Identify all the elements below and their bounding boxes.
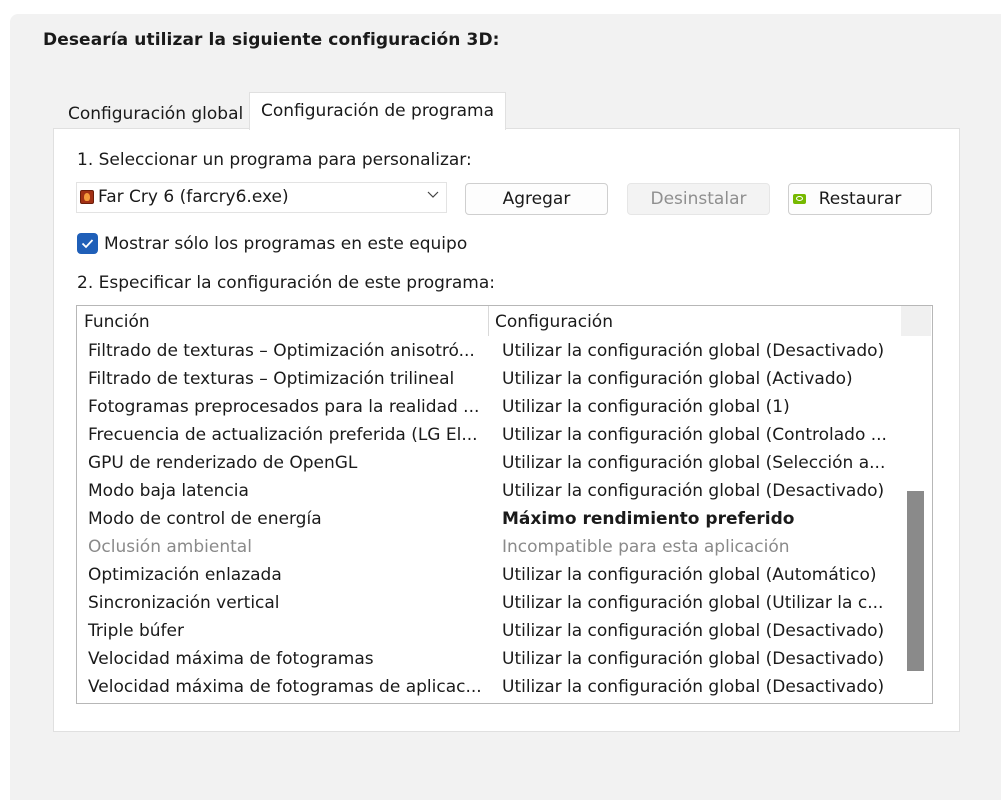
row-setting[interactable]: Utilizar la configuración global (Desact…: [502, 337, 884, 365]
uninstall-button[interactable]: Desinstalar: [627, 183, 770, 215]
table-row[interactable]: Triple búfer Utilizar la configuración g…: [77, 617, 901, 645]
table-row[interactable]: Velocidad máxima de fotogramas Utilizar …: [77, 645, 901, 673]
row-setting[interactable]: Utilizar la configuración global (Automá…: [502, 561, 877, 589]
table-row[interactable]: Sincronización vertical Utilizar la conf…: [77, 589, 901, 617]
table-row[interactable]: Fotogramas preprocesados para la realida…: [77, 393, 901, 421]
column-header-setting[interactable]: Configuración: [489, 306, 901, 336]
settings-list[interactable]: Función Configuración Filtrado de textur…: [76, 305, 933, 704]
row-setting[interactable]: Utilizar la configuración global (Desact…: [502, 617, 884, 645]
table-row[interactable]: Frecuencia de actualización preferida (L…: [77, 421, 901, 449]
page-heading: Desearía utilizar la siguiente configura…: [43, 30, 500, 50]
restore-button-label: Restaurar: [818, 189, 902, 209]
row-setting[interactable]: Utilizar la configuración global (1): [502, 393, 790, 421]
show-only-checkbox[interactable]: [77, 233, 98, 254]
far-cry-6-icon: [80, 190, 94, 204]
nvidia-icon: [793, 194, 806, 204]
tab-program-settings[interactable]: Configuración de programa: [249, 92, 506, 130]
row-function: Filtrado de texturas – Optimización anis…: [88, 341, 475, 361]
step2-label: 2. Especificar la configuración de este …: [77, 273, 496, 293]
row-function: Modo baja latencia: [88, 481, 249, 501]
row-function: Fotogramas preprocesados para la realida…: [88, 397, 480, 417]
row-setting[interactable]: Utilizar la configuración global (Utiliz…: [502, 589, 883, 617]
row-function: Velocidad máxima de fotogramas: [88, 649, 374, 669]
table-row[interactable]: Filtrado de texturas – Optimización tril…: [77, 365, 901, 393]
program-select-value: Far Cry 6 (farcry6.exe): [98, 187, 289, 207]
row-function: Modo de control de energía: [88, 509, 322, 529]
table-row[interactable]: Modo de control de energía Máximo rendim…: [77, 505, 901, 533]
checkmark-icon: [81, 239, 94, 249]
program-select[interactable]: Far Cry 6 (farcry6.exe): [76, 182, 447, 213]
row-function: Optimización enlazada: [88, 565, 282, 585]
row-function: Velocidad máxima de fotogramas de aplica…: [88, 677, 482, 697]
row-function: Oclusión ambiental: [88, 537, 252, 557]
row-setting[interactable]: Utilizar la configuración global (Desact…: [502, 477, 884, 505]
chevron-down-icon[interactable]: [426, 187, 440, 201]
table-row[interactable]: Oclusión ambiental Incompatible para est…: [77, 533, 901, 561]
column-header-function[interactable]: Función: [77, 306, 489, 336]
row-function: GPU de renderizado de OpenGL: [88, 453, 358, 473]
show-only-checkbox-label[interactable]: Mostrar sólo los programas en este equip…: [104, 234, 467, 254]
table-row[interactable]: GPU de renderizado de OpenGL Utilizar la…: [77, 449, 901, 477]
table-row[interactable]: Velocidad máxima de fotogramas de aplica…: [77, 673, 901, 701]
row-setting[interactable]: Utilizar la configuración global (Desact…: [502, 645, 884, 673]
tab-global-settings[interactable]: Configuración global: [57, 97, 249, 129]
add-button[interactable]: Agregar: [465, 183, 608, 215]
row-setting[interactable]: Utilizar la configuración global (Contro…: [502, 421, 887, 449]
row-function: Triple búfer: [88, 621, 184, 641]
row-function: Sincronización vertical: [88, 593, 280, 613]
table-row[interactable]: Optimización enlazada Utilizar la config…: [77, 561, 901, 589]
table-row[interactable]: Filtrado de texturas – Optimización anis…: [77, 337, 901, 365]
restore-button[interactable]: Restaurar: [788, 183, 932, 215]
row-setting[interactable]: Utilizar la configuración global (Activa…: [502, 365, 853, 393]
step1-label: 1. Seleccionar un programa para personal…: [77, 150, 472, 170]
row-setting[interactable]: Utilizar la configuración global (Selecc…: [502, 449, 885, 477]
scrollbar-thumb[interactable]: [907, 491, 924, 671]
row-setting[interactable]: Utilizar la configuración global (Desact…: [502, 673, 884, 701]
row-setting[interactable]: Máximo rendimiento preferido: [502, 505, 794, 533]
row-function: Filtrado de texturas – Optimización tril…: [88, 369, 455, 389]
row-function: Frecuencia de actualización preferida (L…: [88, 425, 478, 445]
table-row[interactable]: Modo baja latencia Utilizar la configura…: [77, 477, 901, 505]
row-setting: Incompatible para esta aplicación: [502, 537, 790, 557]
scrollbar-corner: [901, 306, 931, 336]
